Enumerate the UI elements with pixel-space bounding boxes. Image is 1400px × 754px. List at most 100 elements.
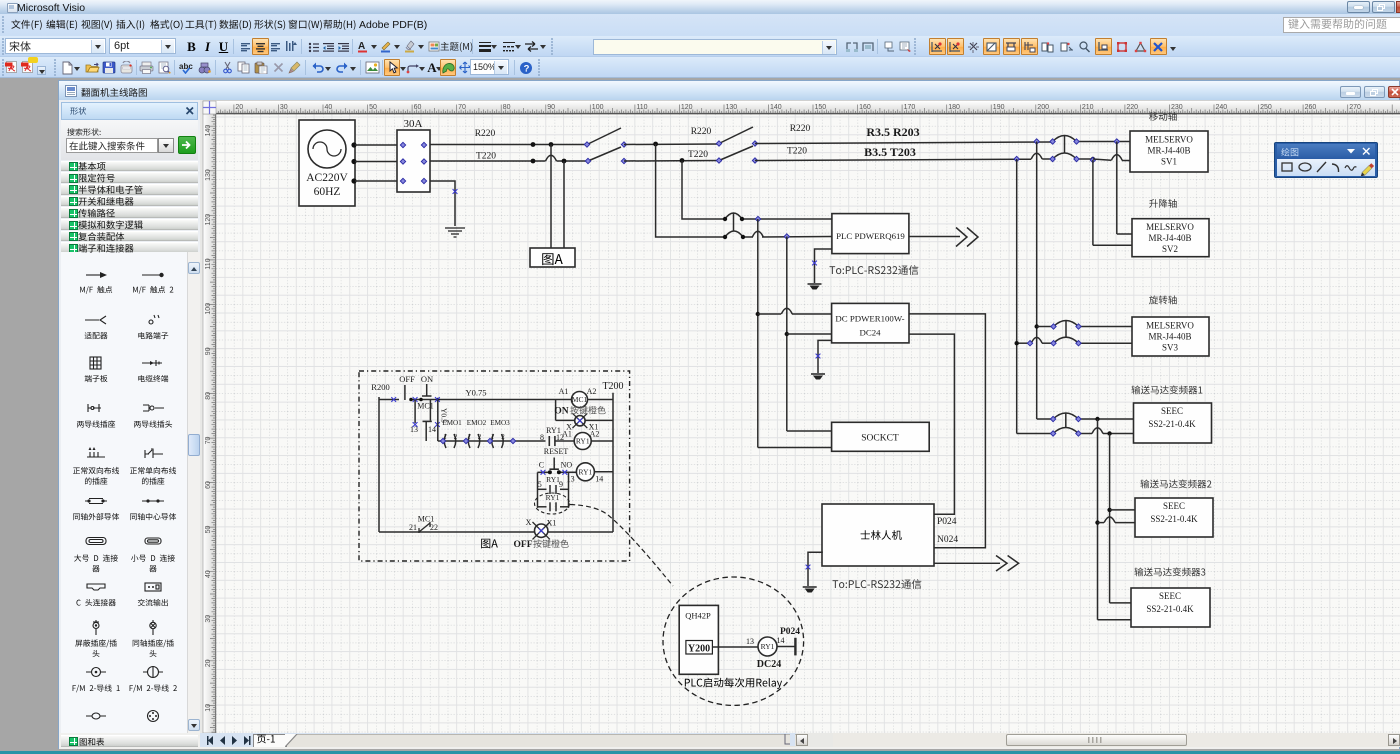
svg-text:P024: P024 bbox=[937, 517, 957, 527]
svg-text:90: 90 bbox=[205, 347, 212, 355]
svg-text:60: 60 bbox=[414, 104, 422, 111]
svg-text:X: X bbox=[526, 518, 532, 527]
svg-text:QH42P: QH42P bbox=[685, 611, 711, 621]
svg-text:SEEC: SEEC bbox=[1161, 406, 1183, 416]
svg-text:abc: abc bbox=[179, 62, 193, 71]
svg-text:160: 160 bbox=[859, 104, 871, 111]
svg-text:DC PDWER100W-: DC PDWER100W- bbox=[835, 314, 904, 324]
svg-text:70: 70 bbox=[458, 104, 466, 111]
svg-text:190: 190 bbox=[993, 104, 1005, 111]
svg-text:90: 90 bbox=[547, 104, 555, 111]
svg-text:210: 210 bbox=[1082, 104, 1094, 111]
svg-text:50: 50 bbox=[205, 526, 212, 534]
svg-text:X1: X1 bbox=[547, 519, 557, 528]
svg-text:180: 180 bbox=[948, 104, 960, 111]
svg-text:RY1: RY1 bbox=[579, 467, 593, 476]
svg-text:SEEC: SEEC bbox=[1163, 501, 1185, 511]
svg-text:R220: R220 bbox=[475, 129, 496, 139]
svg-text:T220: T220 bbox=[688, 150, 708, 160]
svg-text:T220: T220 bbox=[787, 147, 807, 157]
svg-text:40: 40 bbox=[205, 570, 212, 578]
svg-text:60: 60 bbox=[205, 481, 212, 489]
svg-text:140: 140 bbox=[205, 125, 212, 137]
svg-text:DC24: DC24 bbox=[859, 328, 881, 338]
svg-text:80: 80 bbox=[503, 104, 511, 111]
svg-text:260: 260 bbox=[1305, 104, 1317, 111]
svg-text:PLC PDWERQ619: PLC PDWERQ619 bbox=[836, 231, 905, 241]
svg-text:70: 70 bbox=[205, 437, 212, 445]
svg-text:EMO3: EMO3 bbox=[490, 419, 510, 427]
svg-text:A: A bbox=[358, 41, 365, 52]
svg-text:?: ? bbox=[524, 63, 530, 74]
svg-text:MELSERVO: MELSERVO bbox=[1146, 222, 1194, 232]
svg-text:SS2-21-0.4K: SS2-21-0.4K bbox=[1150, 514, 1198, 524]
svg-text:230: 230 bbox=[1171, 104, 1183, 111]
svg-text:13: 13 bbox=[746, 637, 754, 646]
svg-text:110: 110 bbox=[205, 258, 212, 269]
svg-text:130: 130 bbox=[205, 169, 212, 181]
svg-text:21: 21 bbox=[409, 523, 417, 532]
svg-text:140: 140 bbox=[770, 104, 782, 111]
svg-text:P024: P024 bbox=[780, 627, 800, 637]
svg-text:N024: N024 bbox=[937, 535, 958, 545]
svg-text:RESET: RESET bbox=[544, 447, 569, 456]
svg-text:30: 30 bbox=[280, 104, 288, 111]
svg-text:150: 150 bbox=[815, 104, 827, 111]
svg-text:C: C bbox=[539, 461, 544, 470]
svg-text:100: 100 bbox=[205, 303, 212, 315]
svg-text:270: 270 bbox=[1349, 104, 1361, 111]
svg-text:MR-J4-40B: MR-J4-40B bbox=[1147, 146, 1190, 156]
svg-text:200: 200 bbox=[1037, 104, 1049, 111]
svg-text:A1: A1 bbox=[559, 387, 569, 396]
svg-text:T220: T220 bbox=[476, 152, 496, 162]
svg-text:120: 120 bbox=[205, 214, 212, 226]
svg-text:SS2-21-0.4K: SS2-21-0.4K bbox=[1148, 419, 1196, 429]
svg-text:AC220V: AC220V bbox=[306, 172, 348, 184]
svg-text:MC1: MC1 bbox=[572, 395, 588, 404]
svg-text:R220: R220 bbox=[790, 124, 811, 134]
svg-text:A2: A2 bbox=[587, 387, 597, 396]
svg-text:T200: T200 bbox=[602, 381, 623, 392]
svg-text:X: X bbox=[566, 423, 572, 432]
svg-text:ON: ON bbox=[421, 374, 433, 384]
svg-text:8: 8 bbox=[540, 433, 544, 442]
svg-text:EMO1: EMO1 bbox=[442, 419, 462, 427]
svg-text:5: 5 bbox=[538, 480, 542, 489]
svg-text:RY1: RY1 bbox=[761, 642, 775, 651]
svg-text:30: 30 bbox=[205, 615, 212, 623]
svg-text:80: 80 bbox=[205, 392, 212, 400]
svg-text:MR-J4-40B: MR-J4-40B bbox=[1148, 233, 1191, 243]
svg-text:MELSERVO: MELSERVO bbox=[1146, 321, 1194, 331]
svg-text:SS2-21-0.4K: SS2-21-0.4K bbox=[1146, 604, 1194, 614]
svg-text:RY1: RY1 bbox=[546, 493, 560, 502]
svg-text:ON: ON bbox=[554, 407, 568, 417]
svg-text:SEEC: SEEC bbox=[1159, 591, 1181, 601]
svg-text:250: 250 bbox=[1260, 104, 1272, 111]
svg-text:220: 220 bbox=[1126, 104, 1138, 111]
svg-text:110: 110 bbox=[636, 104, 647, 111]
svg-text:B3.5 T203: B3.5 T203 bbox=[864, 145, 916, 159]
svg-text:130: 130 bbox=[726, 104, 738, 111]
svg-text:SV1: SV1 bbox=[1161, 157, 1177, 167]
svg-text:OFF: OFF bbox=[399, 374, 415, 384]
svg-text:X1: X1 bbox=[589, 423, 599, 432]
svg-text:30A: 30A bbox=[404, 118, 423, 130]
svg-text:20: 20 bbox=[205, 659, 212, 667]
svg-text:10: 10 bbox=[205, 704, 212, 712]
svg-text:RY1: RY1 bbox=[546, 475, 560, 484]
svg-text:120: 120 bbox=[681, 104, 693, 111]
svg-text:R220: R220 bbox=[691, 127, 712, 137]
svg-text:EMO2: EMO2 bbox=[467, 419, 487, 427]
svg-text:NO: NO bbox=[561, 461, 573, 470]
svg-text:2: 2 bbox=[454, 433, 458, 441]
svg-text:2: 2 bbox=[501, 433, 505, 441]
svg-text:50: 50 bbox=[369, 104, 377, 111]
svg-text:240: 240 bbox=[1216, 104, 1228, 111]
svg-text:OFF: OFF bbox=[514, 540, 533, 550]
svg-text:SV3: SV3 bbox=[1162, 343, 1179, 353]
svg-text:14: 14 bbox=[595, 474, 603, 483]
svg-text:22: 22 bbox=[430, 523, 438, 532]
svg-text:SOCKCT: SOCKCT bbox=[861, 434, 899, 444]
svg-text:60HZ: 60HZ bbox=[314, 186, 341, 198]
svg-text:RY1: RY1 bbox=[576, 437, 590, 446]
